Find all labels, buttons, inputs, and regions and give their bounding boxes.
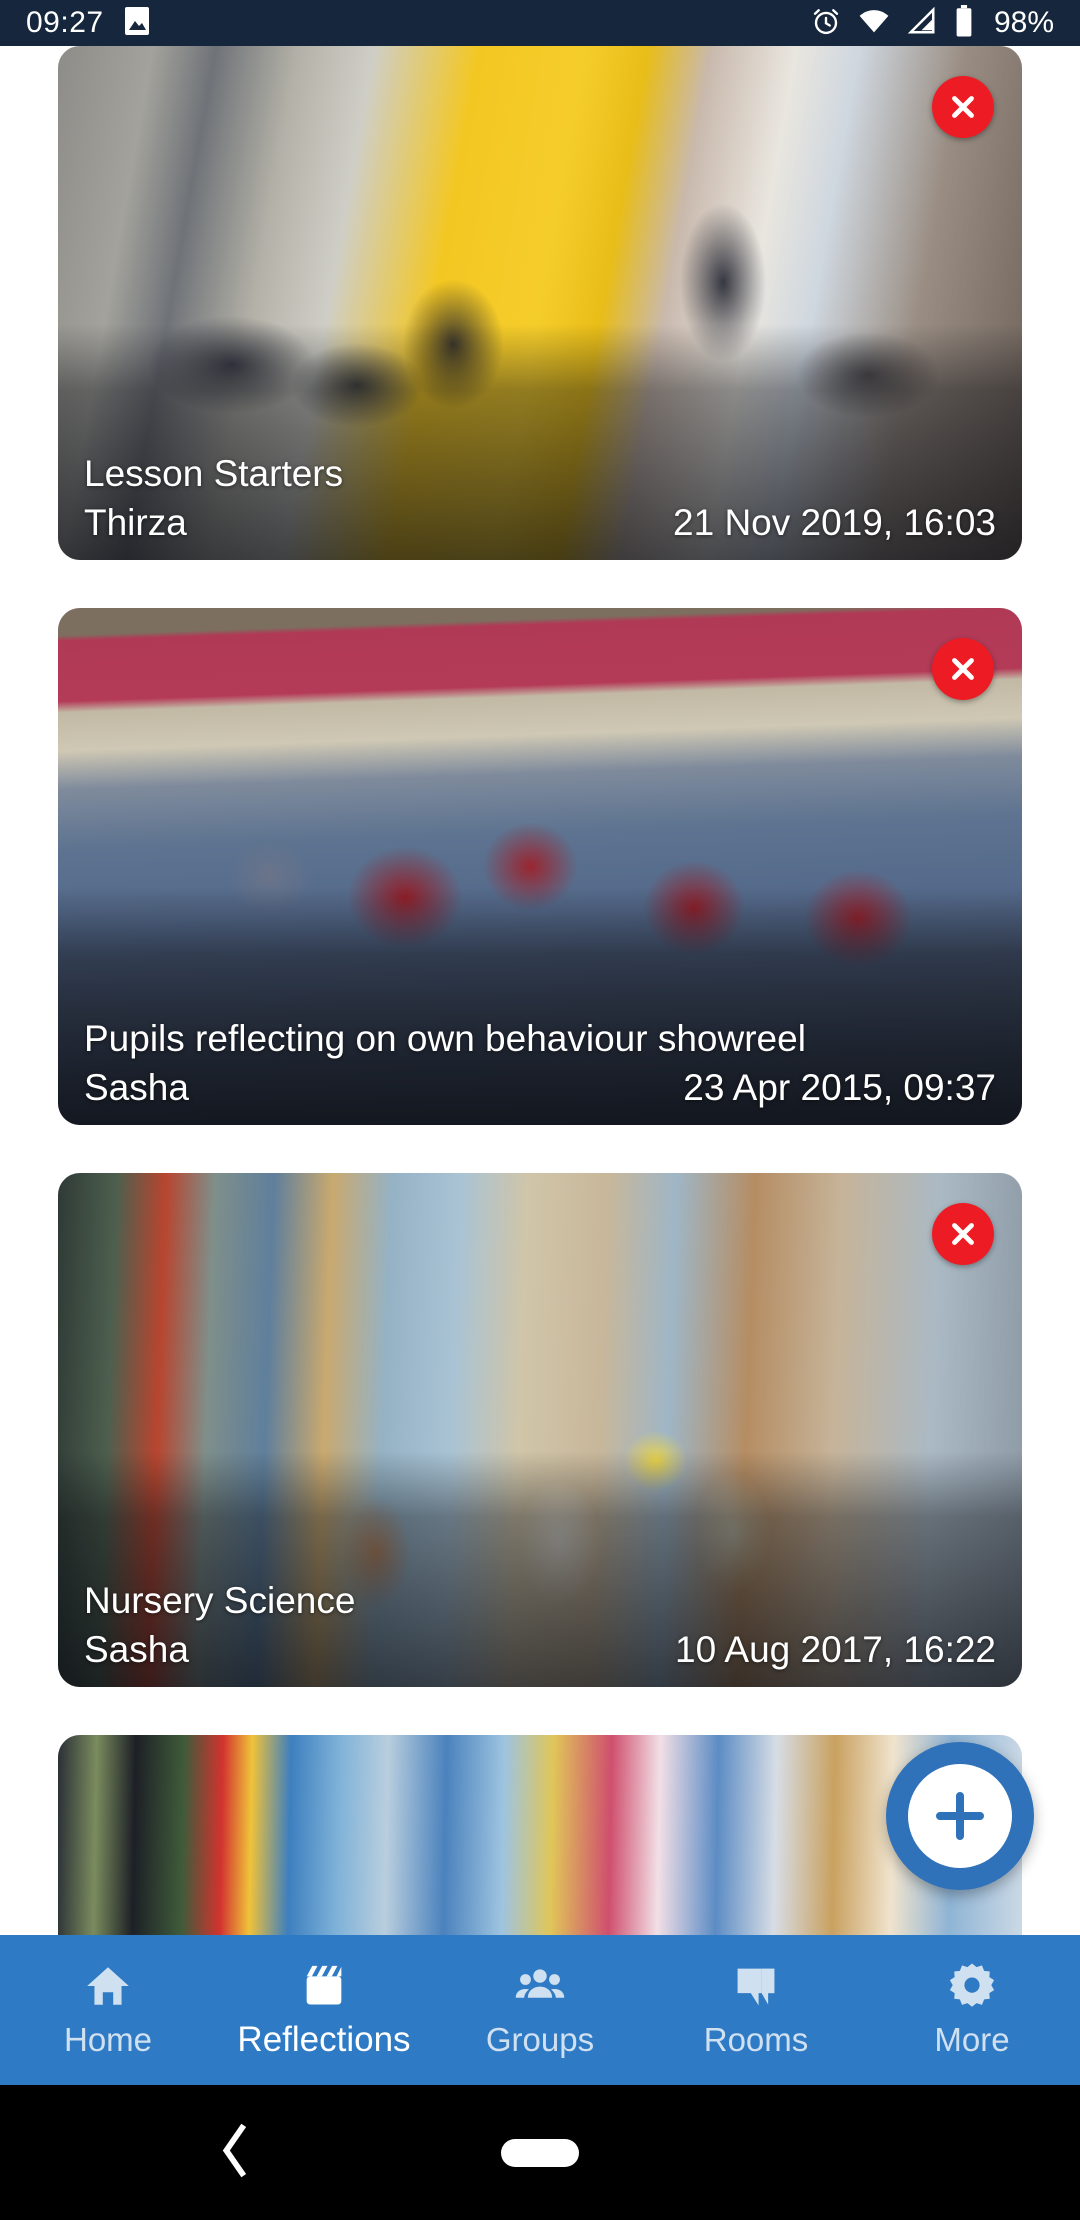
card-text-overlay: Lesson Starters Thirza 21 Nov 2019, 16:0… — [58, 451, 1022, 560]
card-author: Thirza — [84, 502, 187, 543]
close-icon — [952, 1223, 974, 1245]
nav-item-rooms[interactable]: Rooms — [648, 1961, 864, 2059]
nav-item-more[interactable]: More — [864, 1961, 1080, 2059]
close-icon — [952, 658, 974, 680]
gear-icon — [946, 1961, 998, 2011]
card-author: Sasha — [84, 1629, 189, 1670]
card-date: 21 Nov 2019, 16:03 — [673, 502, 996, 543]
delete-button[interactable] — [932, 1203, 994, 1265]
bottom-navigation: Home Reflections Groups Rooms More — [0, 1935, 1080, 2085]
reflection-card[interactable]: Pupils reflecting on own behaviour showr… — [58, 608, 1022, 1125]
card-media: Pupils reflecting on own behaviour showr… — [58, 608, 1022, 1125]
status-bar-left: 09:27 — [26, 6, 150, 41]
reflections-list[interactable]: Lesson Starters Thirza 21 Nov 2019, 16:0… — [0, 46, 1080, 1935]
plus-icon — [936, 1792, 984, 1840]
card-media — [58, 1735, 1022, 1935]
nav-label: Home — [63, 2021, 153, 2058]
reflection-card[interactable]: Nursery Science Sasha 10 Aug 2017, 16:22 — [58, 1173, 1022, 1687]
card-title: Nursery Science — [84, 1579, 356, 1621]
alarm-icon — [811, 6, 841, 41]
nav-item-home[interactable]: Home — [0, 1961, 216, 2059]
card-meta: Sasha 10 Aug 2017, 16:22 — [84, 1629, 996, 1671]
delete-button[interactable] — [932, 76, 994, 138]
people-icon — [514, 1961, 566, 2011]
card-text-overlay: Pupils reflecting on own behaviour showr… — [58, 1016, 1022, 1125]
signal-icon — [907, 6, 937, 41]
card-media: Lesson Starters Thirza 21 Nov 2019, 16:0… — [58, 46, 1022, 560]
card-meta: Sasha 23 Apr 2015, 09:37 — [84, 1067, 996, 1109]
card-title: Lesson Starters — [84, 452, 344, 494]
home-pill-icon[interactable] — [501, 2138, 579, 2167]
home-icon — [83, 1961, 133, 2011]
card-media: Nursery Science Sasha 10 Aug 2017, 16:22 — [58, 1173, 1022, 1687]
battery-icon — [954, 4, 974, 42]
card-date: 23 Apr 2015, 09:37 — [683, 1067, 996, 1108]
fab-inner-circle — [908, 1764, 1012, 1868]
nav-item-reflections[interactable]: Reflections — [216, 1960, 432, 2060]
reflection-card[interactable] — [58, 1735, 1022, 1935]
nav-label: Reflections — [237, 2020, 411, 2059]
status-bar: 09:27 98% — [0, 0, 1080, 46]
battery-percent: 98% — [993, 6, 1054, 39]
image-icon — [124, 6, 150, 41]
card-title: Pupils reflecting on own behaviour showr… — [84, 1017, 806, 1059]
nav-label: More — [934, 2021, 1010, 2058]
card-meta: Thirza 21 Nov 2019, 16:03 — [84, 502, 996, 544]
clapperboard-icon — [298, 1960, 350, 2010]
status-bar-right: 98% — [811, 4, 1054, 42]
nav-label: Groups — [485, 2021, 595, 2058]
card-text-overlay: Nursery Science Sasha 10 Aug 2017, 16:22 — [58, 1578, 1022, 1687]
close-icon — [952, 96, 974, 118]
nav-item-groups[interactable]: Groups — [432, 1961, 648, 2059]
wifi-icon — [858, 6, 890, 41]
card-author: Sasha — [84, 1067, 189, 1108]
chat-bubble-icon — [730, 1961, 782, 2011]
status-clock: 09:27 — [26, 6, 104, 39]
card-thumbnail — [58, 1735, 1022, 1935]
reflection-card[interactable]: Lesson Starters Thirza 21 Nov 2019, 16:0… — [58, 46, 1022, 560]
add-reflection-fab[interactable] — [886, 1742, 1034, 1890]
delete-button[interactable] — [932, 638, 994, 700]
system-navigation-bar — [0, 2085, 1080, 2220]
card-date: 10 Aug 2017, 16:22 — [675, 1629, 996, 1670]
chevron-left-icon[interactable] — [218, 2121, 254, 2184]
nav-label: Rooms — [703, 2021, 809, 2058]
